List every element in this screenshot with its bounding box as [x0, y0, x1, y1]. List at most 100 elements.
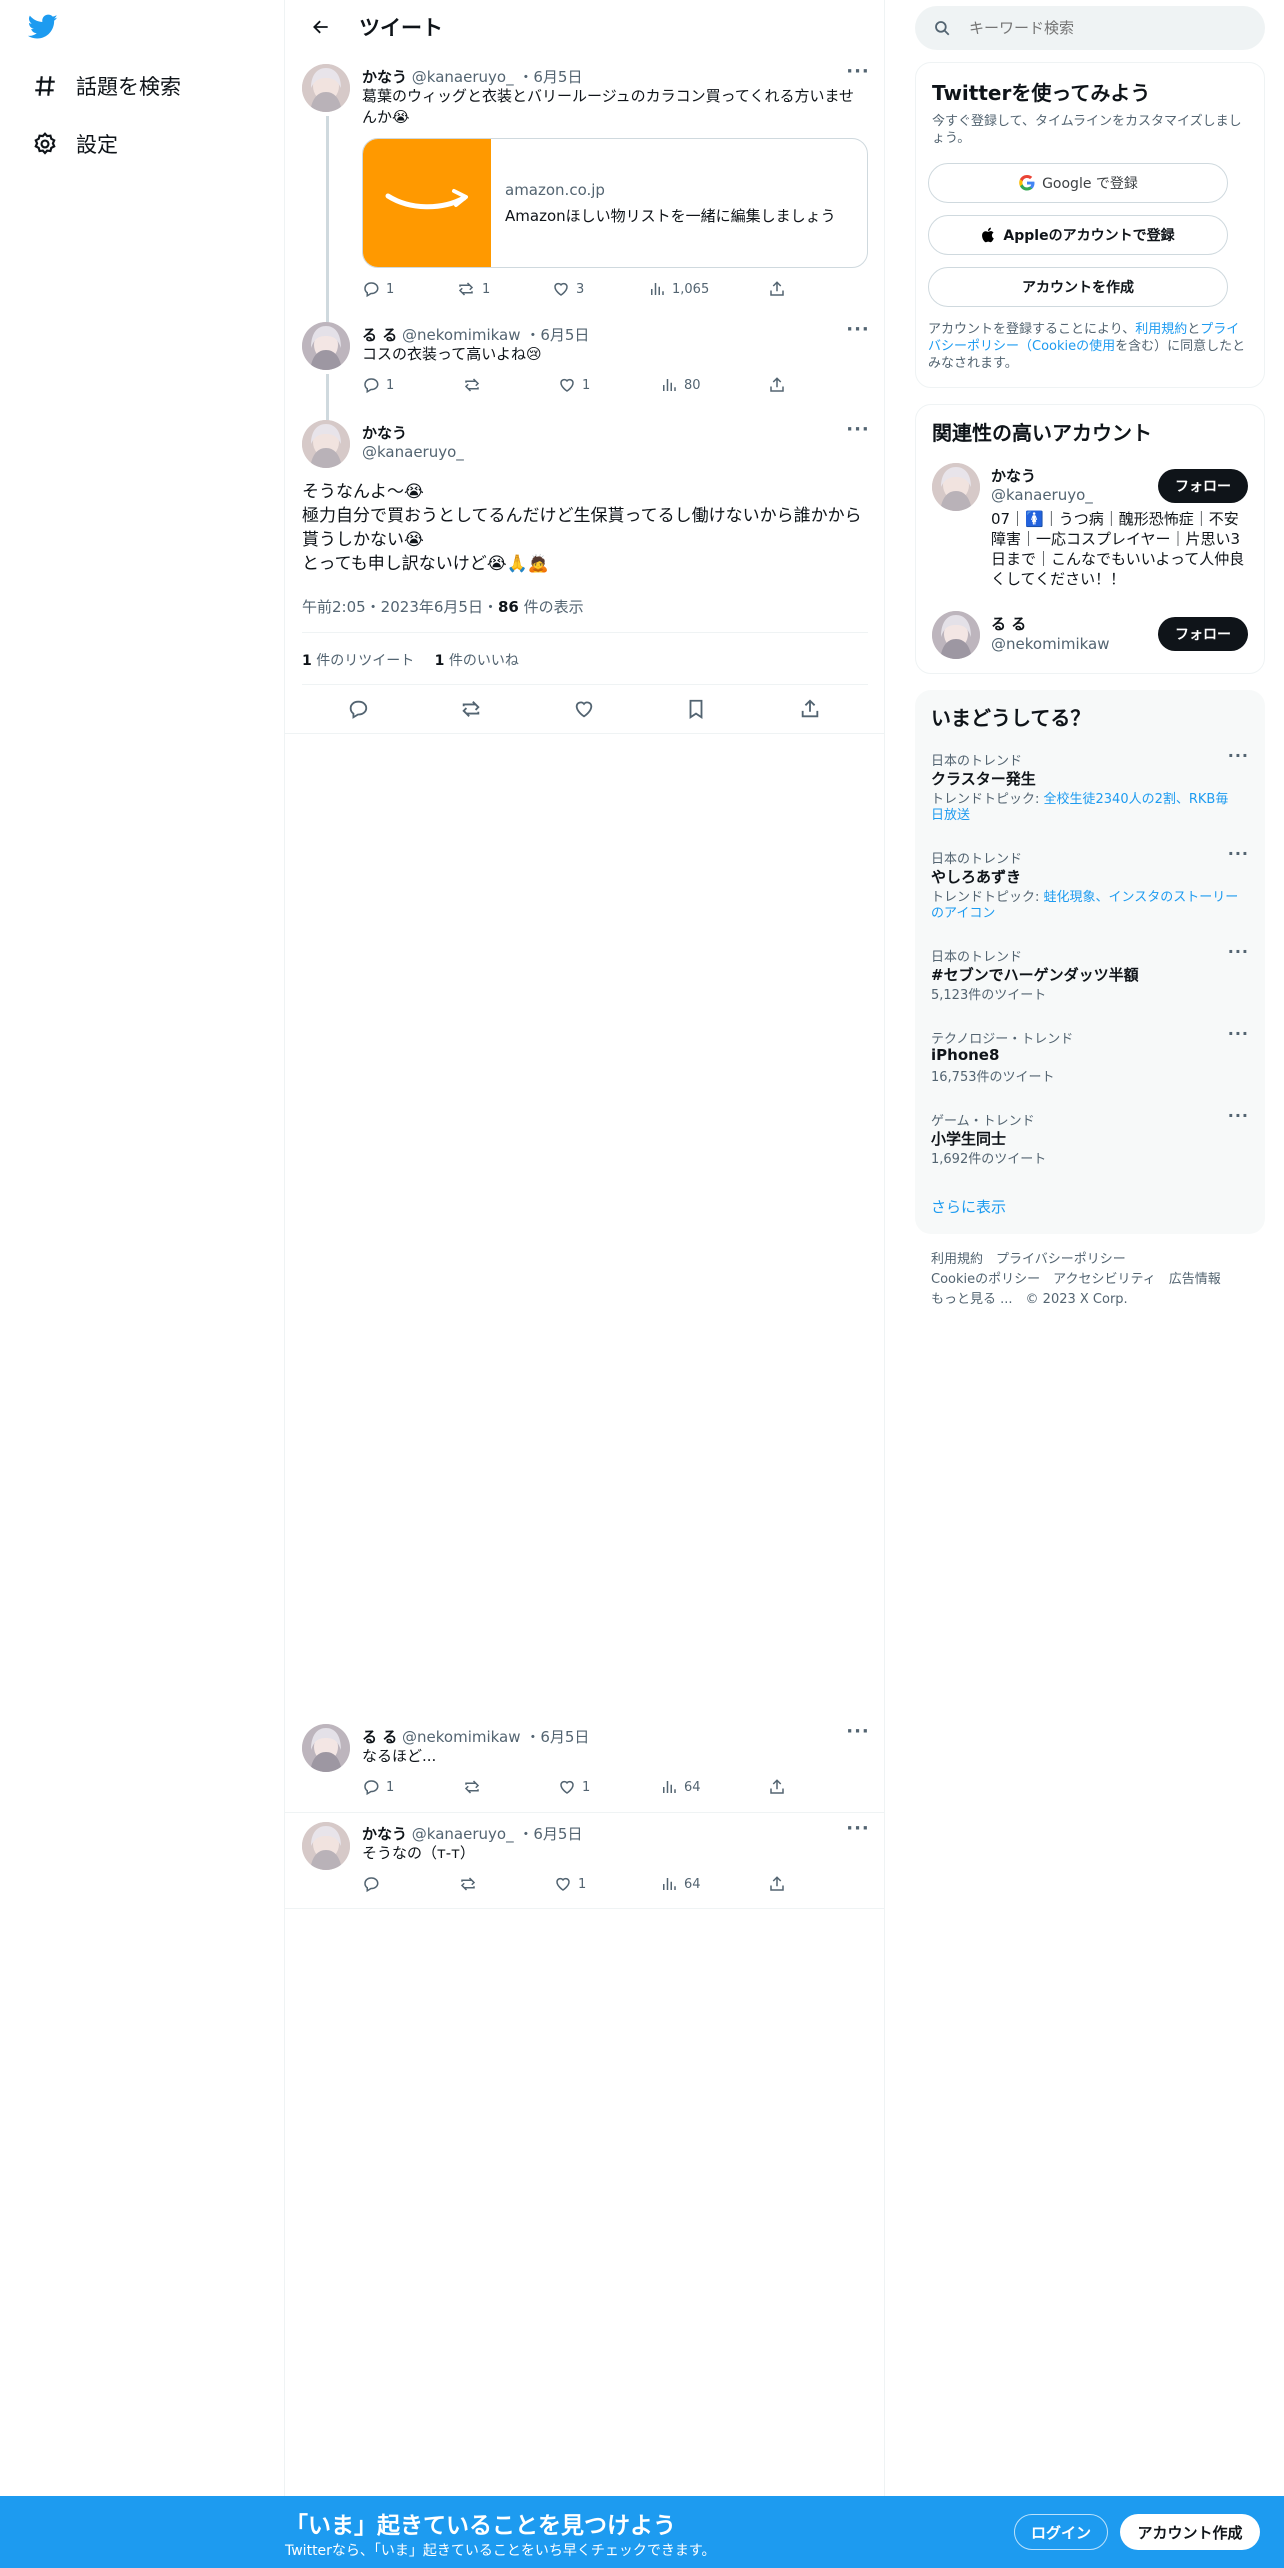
google-signup-button[interactable]: Google で登録 — [928, 163, 1228, 203]
share-icon — [770, 1779, 784, 1794]
trend-sub: 5,123件のツイート — [931, 988, 1047, 1003]
signup-button[interactable]: アカウント作成 — [1120, 2514, 1260, 2550]
follow-button[interactable]: フォロー — [1158, 617, 1248, 651]
avatar[interactable] — [302, 1724, 350, 1772]
share-button[interactable] — [799, 698, 821, 720]
tweet-date[interactable]: ・6月5日 — [525, 326, 589, 344]
retweet-button[interactable] — [458, 1875, 484, 1893]
create-account-button[interactable]: アカウントを作成 — [928, 267, 1228, 307]
show-more-link[interactable]: さらに表示 — [931, 1196, 1006, 1217]
share-button[interactable] — [768, 1778, 792, 1796]
likes-stat[interactable]: 1 件のいいね — [435, 653, 519, 669]
twitter-bird-icon[interactable] — [28, 14, 62, 44]
retweet-button[interactable] — [462, 1778, 488, 1796]
views-button[interactable]: 80 — [660, 376, 701, 394]
views-label: 件の表示 — [518, 598, 584, 616]
views-icon — [663, 379, 676, 391]
views-button[interactable]: 1,065 — [648, 280, 709, 298]
footer-privacy[interactable]: プライバシーポリシー — [996, 1252, 1126, 1267]
search-input[interactable] — [969, 19, 1229, 37]
views-button[interactable]: 64 — [660, 1778, 701, 1796]
reply-button[interactable] — [362, 1875, 386, 1893]
footer-accessibility[interactable]: アクセシビリティ — [1053, 1272, 1156, 1287]
tweet-header: る る @nekomimikaw ・6月5日 — [362, 1726, 589, 1747]
views-count: 1,065 — [672, 281, 710, 297]
avatar[interactable] — [932, 463, 980, 511]
tweet-header: かなう @kanaeruyo_ ・6月5日 — [362, 1823, 582, 1844]
tweet-date[interactable]: ・6月5日 — [518, 1825, 582, 1843]
more-icon[interactable]: ··· — [846, 1820, 870, 1843]
reply-icon — [364, 378, 379, 394]
like-button[interactable]: 3 — [552, 280, 584, 298]
bottom-signup-bar: 「いま」起きていることを見つけよう Twitterなら、「いま」起きていることを… — [0, 2496, 1284, 2568]
more-icon[interactable]: ··· — [846, 63, 870, 86]
trend-meta: 日本のトレンド — [931, 950, 1023, 965]
display-name[interactable]: かなう — [362, 1825, 407, 1843]
retweet-button[interactable] — [459, 698, 483, 720]
like-button[interactable]: 1 — [558, 376, 590, 394]
tweet-date[interactable]: ・6月5日 — [518, 68, 582, 86]
like-count: 3 — [576, 281, 585, 297]
avatar[interactable] — [302, 1822, 350, 1870]
avatar[interactable] — [302, 420, 350, 468]
display-name[interactable]: かなう — [362, 422, 407, 443]
footer-copyright: © 2023 X Corp. — [1025, 1292, 1128, 1307]
display-name[interactable]: かなう — [362, 68, 407, 86]
suggestion-name[interactable]: かなう — [991, 465, 1036, 486]
suggestion-handle[interactable]: @kanaeruyo_ — [991, 486, 1093, 504]
reply-button[interactable]: 1 — [362, 280, 394, 298]
handle[interactable]: @kanaeruyo_ — [412, 1825, 514, 1843]
nav-explore[interactable]: 話題を検索 — [28, 66, 181, 106]
share-button[interactable] — [768, 280, 792, 298]
suggestion-name[interactable]: る る — [991, 613, 1026, 634]
apple-signup-button[interactable]: Appleのアカウントで登録 — [928, 215, 1228, 255]
like-button[interactable]: 1 — [558, 1778, 590, 1796]
avatar[interactable] — [302, 64, 350, 112]
more-icon[interactable]: ··· — [1228, 746, 1249, 765]
handle[interactable]: @kanaeruyo_ — [362, 443, 464, 461]
reply-button[interactable]: 1 — [362, 376, 394, 394]
retweet-button[interactable] — [462, 376, 488, 394]
footer-ads[interactable]: 広告情報 — [1169, 1272, 1221, 1287]
more-icon[interactable]: ··· — [846, 421, 870, 444]
footer-more[interactable]: もっと見る ... — [931, 1292, 1013, 1307]
like-button[interactable] — [573, 698, 595, 720]
who-to-follow-title: 関連性の高いアカウント — [932, 421, 1152, 445]
tweet-date[interactable]: ・6月5日 — [525, 1728, 589, 1746]
retweets-stat[interactable]: 1 件のリツイート — [302, 653, 414, 669]
terms-link[interactable]: 利用規約 — [1135, 322, 1187, 337]
suggestion-handle[interactable]: @nekomimikaw — [991, 635, 1110, 653]
login-button[interactable]: ログイン — [1014, 2514, 1108, 2550]
handle[interactable]: @nekomimikaw — [402, 326, 521, 344]
focus-line: そうなんよ〜😭 — [302, 482, 424, 502]
reply-button[interactable]: 1 — [362, 1778, 394, 1796]
share-button[interactable] — [768, 376, 792, 394]
handle[interactable]: @nekomimikaw — [402, 1728, 521, 1746]
views-button[interactable]: 64 — [660, 1875, 701, 1893]
more-icon[interactable]: ··· — [1228, 942, 1249, 961]
share-button[interactable] — [768, 1875, 792, 1893]
footer-terms[interactable]: 利用規約 — [931, 1252, 983, 1267]
follow-button[interactable]: フォロー — [1158, 469, 1248, 503]
bookmark-button[interactable] — [685, 698, 707, 720]
retweet-button[interactable]: 1 — [456, 280, 490, 298]
more-icon[interactable]: ··· — [1228, 844, 1249, 863]
avatar[interactable] — [932, 611, 980, 659]
search-box[interactable] — [915, 6, 1265, 50]
more-icon[interactable]: ··· — [1228, 1024, 1249, 1043]
reply-button[interactable] — [347, 698, 369, 720]
like-button[interactable]: 1 — [554, 1875, 586, 1893]
avatar[interactable] — [302, 322, 350, 370]
back-button[interactable] — [301, 7, 341, 47]
focus-line: とっても申し訳ないけど😭🙏🙇 — [302, 554, 549, 574]
handle[interactable]: @kanaeruyo_ — [412, 68, 514, 86]
more-icon[interactable]: ··· — [846, 1723, 870, 1746]
link-card[interactable]: amazon.co.jp Amazonほしい物リストを一緒に編集しましょう — [362, 138, 868, 268]
more-icon[interactable]: ··· — [1228, 1106, 1249, 1125]
display-name[interactable]: る る — [362, 326, 397, 344]
nav-settings[interactable]: 設定 — [28, 124, 118, 164]
display-name[interactable]: る る — [362, 1728, 397, 1746]
tweet-timestamp[interactable]: 午前2:05・2023年6月5日・86 件の表示 — [302, 596, 584, 617]
footer-cookie[interactable]: Cookieのポリシー — [931, 1272, 1040, 1287]
more-icon[interactable]: ··· — [846, 321, 870, 344]
